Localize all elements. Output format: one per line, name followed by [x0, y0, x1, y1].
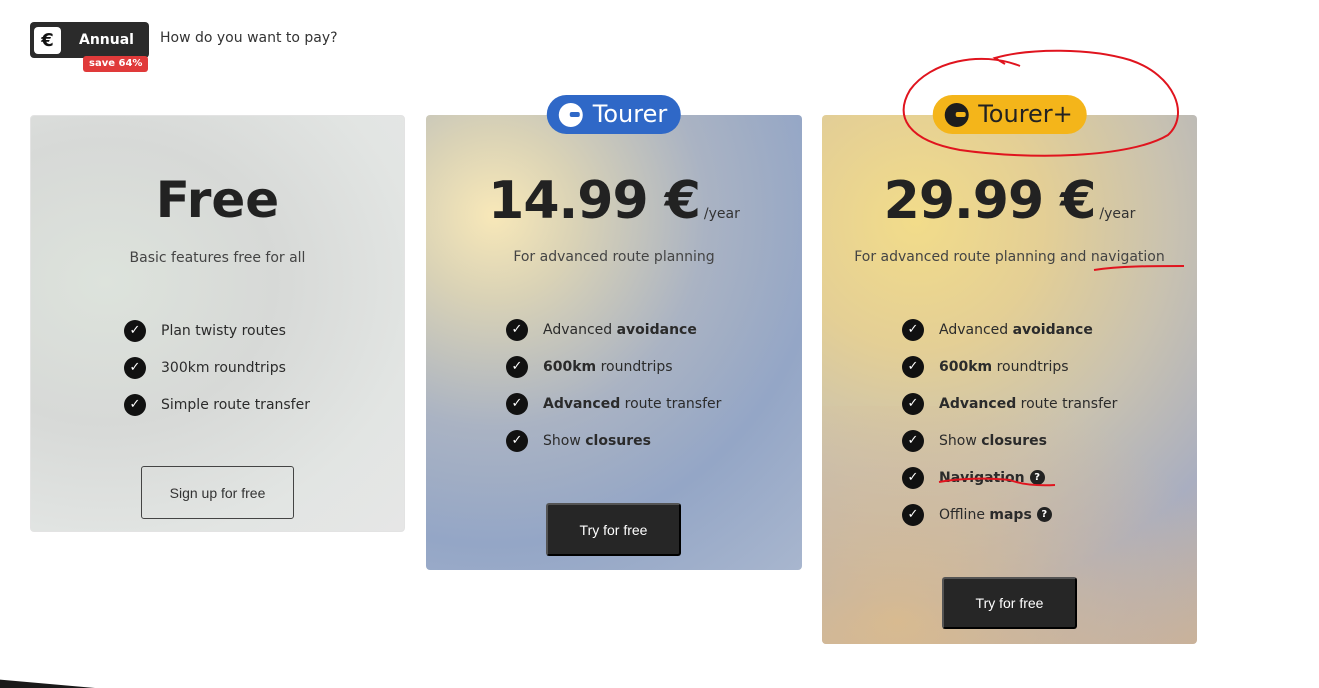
feature-item: ✓ Advanced route transfer: [902, 385, 1117, 422]
feature-item: ✓ 300km roundtrips: [124, 349, 310, 386]
feature-text: Show closures: [939, 432, 1047, 449]
help-icon[interactable]: ?: [1036, 507, 1052, 522]
try-free-tourer-button[interactable]: Try for free: [546, 503, 681, 556]
corner-decoration: [0, 679, 95, 688]
check-icon: ✓: [902, 466, 924, 489]
plan-card-free: Free Basic features free for all ✓ Plan …: [30, 115, 405, 532]
feature-item: ✓ 600km roundtrips: [506, 348, 721, 385]
plan-subtitle-tourer-plus: For advanced route planning and navigati…: [854, 249, 1165, 265]
price-period: /year: [1099, 206, 1136, 222]
feature-text: Advanced avoidance: [939, 321, 1093, 338]
check-icon: ✓: [902, 503, 924, 526]
feature-text: Advanced route transfer: [939, 395, 1118, 412]
feature-item: ✓ Simple route transfer: [124, 386, 310, 423]
check-icon: ✓: [124, 319, 146, 342]
feature-item: ✓ Navigation ?: [902, 459, 1117, 496]
check-icon: ✓: [902, 355, 924, 378]
helmet-icon: [944, 102, 969, 127]
save-badge: save 64%: [83, 56, 149, 72]
feature-text: Plan twisty routes: [161, 322, 286, 339]
payment-question: How do you want to pay?: [160, 30, 338, 46]
help-icon[interactable]: ?: [1029, 470, 1045, 485]
plan-title-free: Free: [155, 171, 280, 229]
check-icon: ✓: [124, 393, 146, 416]
feature-item: ✓ Advanced route transfer: [506, 385, 721, 422]
feature-text: Offline maps: [939, 506, 1032, 523]
feature-text: 600km roundtrips: [543, 358, 673, 375]
feature-text: Show closures: [543, 432, 651, 449]
feature-list-tourer-plus: ✓ Advanced avoidance ✓ 600km roundtrips …: [902, 311, 1117, 533]
check-icon: ✓: [902, 318, 924, 341]
feature-text: Navigation: [939, 469, 1025, 486]
check-icon: ✓: [124, 356, 146, 379]
feature-text: 600km roundtrips: [939, 358, 1069, 375]
feature-item: ✓ Plan twisty routes: [124, 312, 310, 349]
feature-text: Simple route transfer: [161, 396, 310, 413]
check-icon: ✓: [902, 392, 924, 415]
check-icon: ✓: [902, 429, 924, 452]
feature-item: ✓ 600km roundtrips: [902, 348, 1117, 385]
try-free-tourer-plus-button[interactable]: Try for free: [942, 577, 1077, 629]
plan-badge-tourer-plus: Tourer+: [932, 95, 1087, 134]
check-icon: ✓: [506, 429, 528, 452]
price-period: /year: [703, 206, 740, 222]
plan-subtitle-tourer: For advanced route planning: [513, 249, 715, 265]
plan-badge-label: Tourer: [592, 100, 668, 128]
plan-price-tourer: 14.99 €: [488, 171, 701, 231]
sign-up-free-button[interactable]: Sign up for free: [141, 466, 294, 519]
plan-badge-tourer: Tourer: [546, 95, 682, 134]
feature-text: 300km roundtrips: [161, 359, 286, 376]
feature-list-tourer: ✓ Advanced avoidance ✓ 600km roundtrips …: [506, 311, 721, 459]
feature-item: ✓ Advanced avoidance: [506, 311, 721, 348]
plan-card-tourer-plus: Tourer+ 29.99 €/year For advanced route …: [822, 95, 1197, 644]
check-icon: ✓: [506, 355, 528, 378]
feature-text: Advanced avoidance: [543, 321, 697, 338]
feature-item: ✓ Show closures: [506, 422, 721, 459]
helmet-icon: [558, 102, 583, 127]
plan-card-tourer: Tourer 14.99 €/year For advanced route p…: [426, 95, 802, 570]
feature-text: Advanced route transfer: [543, 395, 722, 412]
plan-subtitle-free: Basic features free for all: [129, 250, 306, 266]
plan-price-tourer-plus: 29.99 €: [883, 171, 1097, 231]
feature-list-free: ✓ Plan twisty routes ✓ 300km roundtrips …: [124, 312, 310, 423]
annual-label: Annual: [79, 32, 134, 48]
feature-item: ✓ Show closures: [902, 422, 1117, 459]
plan-badge-label: Tourer+: [978, 100, 1073, 128]
check-icon: ✓: [506, 392, 528, 415]
billing-toggle[interactable]: € Annual: [30, 22, 149, 58]
feature-item: ✓ Offline maps ?: [902, 496, 1117, 533]
feature-item: ✓ Advanced avoidance: [902, 311, 1117, 348]
check-icon: ✓: [506, 318, 528, 341]
euro-icon: €: [34, 26, 61, 54]
